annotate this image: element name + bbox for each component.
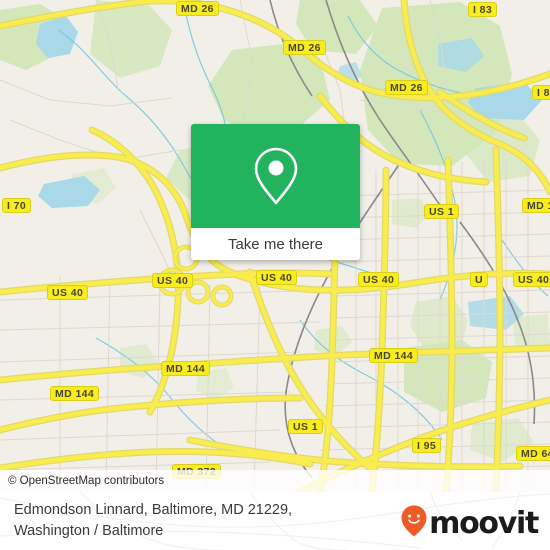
callout-green-panel — [191, 124, 360, 228]
highway-shield: MD 26 — [385, 80, 428, 95]
highway-shield: I 8 — [532, 85, 550, 100]
moovit-smiley-pin-icon — [401, 505, 427, 542]
highway-shield: I 95 — [412, 438, 442, 453]
highway-shield: MD 26 — [176, 1, 219, 16]
location-address: Edmondson Linnard, Baltimore, MD 21229, … — [14, 500, 394, 542]
highway-shield: MD 64 — [516, 446, 550, 461]
map-screenshot: MD 26 MD 26 MD 26 I 83 I 8 I 70 US 1 MD 1 US 40 U… — [0, 0, 550, 550]
location-callout-card[interactable]: Take me there — [191, 124, 360, 260]
highway-shield: U — [470, 272, 488, 287]
address-line-1: Edmondson Linnard, Baltimore, MD 21229, — [14, 502, 293, 518]
highway-shield: US 40 — [47, 285, 89, 300]
take-me-there-button[interactable]: Take me there — [191, 228, 360, 260]
footer-bar: Edmondson Linnard, Baltimore, MD 21229, … — [0, 492, 550, 550]
osm-attribution[interactable]: © OpenStreetMap contributors — [0, 470, 550, 492]
highway-shield: I 70 — [2, 198, 32, 213]
address-line-2: Washington / Baltimore — [14, 523, 164, 539]
highway-shield: MD 144 — [50, 386, 100, 401]
highway-shield: MD 144 — [369, 348, 419, 363]
highway-shield: US 40 — [152, 273, 194, 288]
highway-shield: US 40 — [358, 272, 400, 287]
highway-shield: US 40 — [513, 272, 550, 287]
highway-shield: MD 26 — [283, 40, 326, 55]
highway-shield: MD 144 — [161, 361, 211, 376]
moovit-logo[interactable]: moovit — [401, 505, 539, 542]
highway-shield: MD 1 — [522, 198, 550, 213]
highway-shield: US 1 — [424, 204, 459, 219]
highway-shield: US 40 — [256, 270, 298, 285]
highway-shield: I 83 — [468, 2, 498, 17]
map-pin-icon — [250, 145, 302, 207]
moovit-wordmark: moovit — [429, 505, 539, 541]
highway-shield: US 1 — [288, 419, 323, 434]
